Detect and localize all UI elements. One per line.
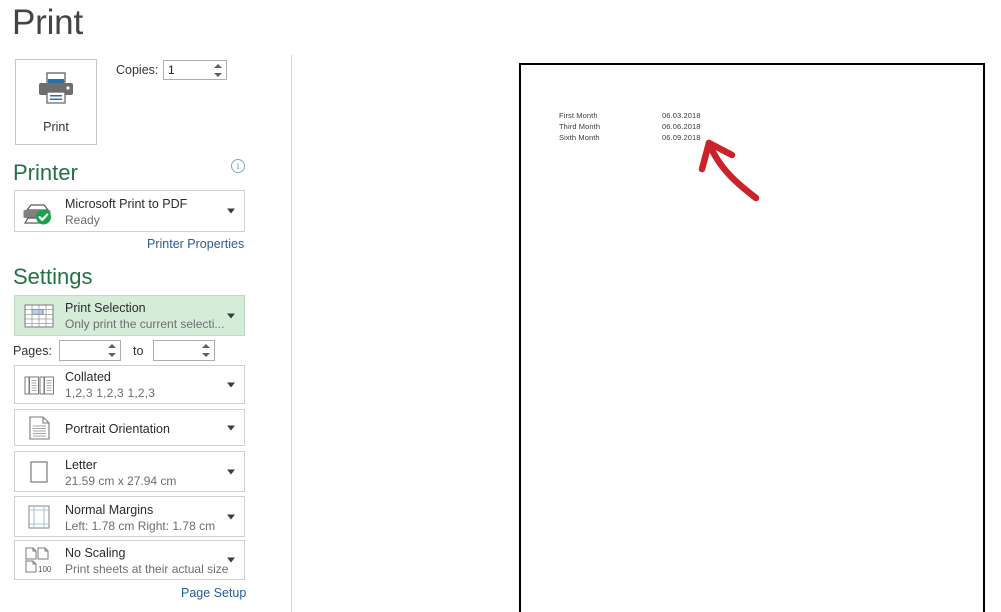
pages-label: Pages:: [13, 344, 52, 358]
print-range-title: Print Selection: [65, 301, 146, 315]
orientation-title: Portrait Orientation: [65, 422, 170, 436]
printer-name: Microsoft Print to PDF: [65, 197, 187, 211]
preview-row-date: 06.09.2018: [662, 133, 701, 142]
copies-stepper[interactable]: [163, 60, 227, 80]
printer-icon: [37, 71, 75, 110]
pages-from-spinner-up[interactable]: [103, 341, 120, 350]
preview-row-label: First Month: [559, 111, 598, 120]
copies-input[interactable]: [164, 61, 208, 79]
print-settings-pane: Print Print Copies:: [0, 0, 291, 612]
pages-from-stepper[interactable]: [59, 340, 121, 361]
info-icon[interactable]: i: [231, 159, 245, 173]
chevron-down-icon[interactable]: [227, 313, 235, 318]
preview-row-date: 06.03.2018: [662, 111, 701, 120]
print-range-subtitle: Only print the current selecti...: [65, 317, 224, 331]
paper-size-select[interactable]: Letter 21.59 cm x 27.94 cm: [14, 451, 245, 492]
collated-pages-icon: [22, 368, 56, 402]
portrait-page-icon: [22, 411, 56, 445]
preview-row-label: Sixth Month: [559, 133, 600, 142]
scaling-subtitle: Print sheets at their actual size: [65, 562, 228, 576]
copies-spinner-down[interactable]: [209, 70, 226, 79]
collation-subtitle: 1,2,3 1,2,3 1,2,3: [65, 386, 155, 400]
margins-subtitle: Left: 1.78 cm Right: 1.78 cm: [65, 519, 215, 533]
pages-from-input[interactable]: [60, 341, 102, 360]
printer-heading: Printer: [13, 160, 78, 186]
annotation-arrow-icon: [521, 65, 987, 612]
copies-label: Copies:: [116, 63, 158, 77]
margins-title: Normal Margins: [65, 503, 153, 517]
preview-row-label: Third Month: [559, 122, 600, 131]
collation-select[interactable]: Collated 1,2,3 1,2,3 1,2,3: [14, 365, 245, 404]
chevron-down-icon[interactable]: [227, 382, 235, 387]
print-range-select[interactable]: Print Selection Only print the current s…: [14, 295, 245, 336]
pages-to-label: to: [133, 344, 143, 358]
print-button-label: Print: [43, 120, 69, 134]
scaling-title: No Scaling: [65, 546, 125, 560]
printer-select[interactable]: Microsoft Print to PDF Ready: [14, 190, 245, 232]
copies-spinner[interactable]: [209, 61, 226, 79]
pages-from-spinner[interactable]: [103, 341, 120, 359]
scaling-icon: 100: [22, 543, 56, 577]
collation-title: Collated: [65, 370, 111, 384]
margins-icon: [22, 500, 56, 534]
page-setup-link[interactable]: Page Setup: [181, 586, 246, 600]
pages-from-spinner-down[interactable]: [103, 350, 120, 359]
chevron-down-icon[interactable]: [227, 558, 235, 563]
svg-text:100: 100: [38, 565, 52, 574]
chevron-down-icon[interactable]: [227, 425, 235, 430]
preview-row-date: 06.06.2018: [662, 122, 701, 131]
orientation-select[interactable]: Portrait Orientation: [14, 409, 245, 446]
print-preview-sheet: First Month 06.03.2018 Third Month 06.06…: [519, 63, 985, 612]
pages-to-spinner-down[interactable]: [197, 350, 214, 359]
print-preview-pane: First Month 06.03.2018 Third Month 06.06…: [292, 0, 1001, 612]
pages-to-spinner-up[interactable]: [197, 341, 214, 350]
paper-size-title: Letter: [65, 458, 97, 472]
printer-properties-link[interactable]: Printer Properties: [147, 237, 244, 251]
worksheet-selection-icon: [22, 299, 56, 333]
pages-to-input[interactable]: [154, 341, 196, 360]
print-button[interactable]: Print: [15, 59, 97, 145]
paper-size-subtitle: 21.59 cm x 27.94 cm: [65, 474, 176, 488]
print-backstage-screen: Print Print Copies:: [0, 0, 1001, 612]
chevron-down-icon[interactable]: [227, 514, 235, 519]
settings-heading: Settings: [13, 264, 93, 290]
pages-to-stepper[interactable]: [153, 340, 215, 361]
margins-select[interactable]: Normal Margins Left: 1.78 cm Right: 1.78…: [14, 496, 245, 537]
page-title: Print: [12, 2, 83, 44]
scaling-select[interactable]: 100 No Scaling Print sheets at their act…: [14, 540, 245, 580]
copies-spinner-up[interactable]: [209, 61, 226, 70]
printer-status: Ready: [65, 213, 100, 227]
printer-ready-icon: [22, 194, 56, 228]
pages-to-spinner[interactable]: [197, 341, 214, 359]
paper-size-icon: [22, 455, 56, 489]
chevron-down-icon[interactable]: [227, 469, 235, 474]
chevron-down-icon[interactable]: [227, 209, 235, 214]
